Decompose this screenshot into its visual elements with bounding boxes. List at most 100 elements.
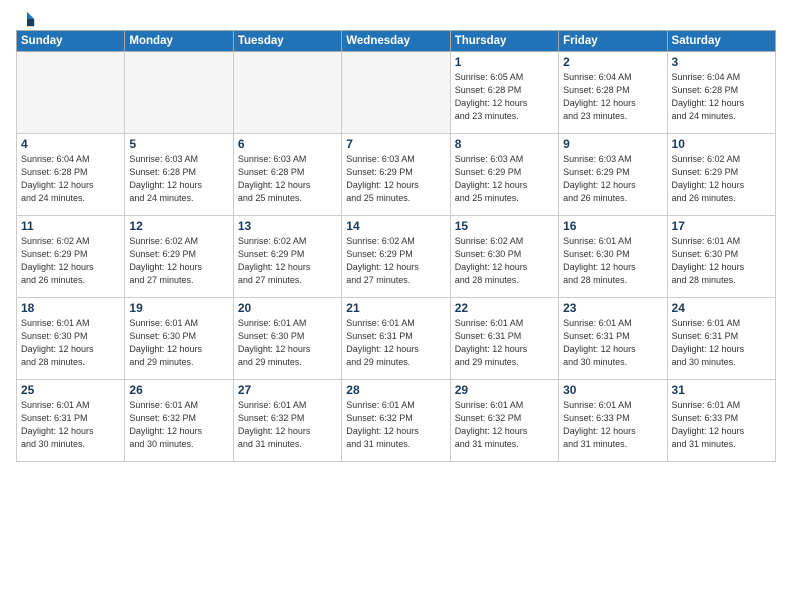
day-cell: 19 Sunrise: 6:01 AM Sunset: 6:30 PM Dayli… xyxy=(125,298,233,380)
day-number: 20 xyxy=(238,301,337,315)
day-number: 8 xyxy=(455,137,554,151)
day-number: 17 xyxy=(672,219,771,233)
day-cell: 13 Sunrise: 6:02 AM Sunset: 6:29 PM Dayli… xyxy=(233,216,341,298)
day-cell: 12 Sunrise: 6:02 AM Sunset: 6:29 PM Dayli… xyxy=(125,216,233,298)
day-number: 15 xyxy=(455,219,554,233)
day-number: 30 xyxy=(563,383,662,397)
day-number: 22 xyxy=(455,301,554,315)
day-number: 18 xyxy=(21,301,120,315)
day-number: 31 xyxy=(672,383,771,397)
page: SundayMondayTuesdayWednesdayThursdayFrid… xyxy=(0,0,792,612)
day-info: Sunrise: 6:01 AM Sunset: 6:30 PM Dayligh… xyxy=(21,317,120,369)
day-cell: 15 Sunrise: 6:02 AM Sunset: 6:30 PM Dayli… xyxy=(450,216,558,298)
day-info: Sunrise: 6:02 AM Sunset: 6:29 PM Dayligh… xyxy=(129,235,228,287)
day-info: Sunrise: 6:02 AM Sunset: 6:29 PM Dayligh… xyxy=(672,153,771,205)
day-cell: 2 Sunrise: 6:04 AM Sunset: 6:28 PM Daylig… xyxy=(559,52,667,134)
week-row-1: 4 Sunrise: 6:04 AM Sunset: 6:28 PM Daylig… xyxy=(17,134,776,216)
day-number: 1 xyxy=(455,55,554,69)
day-cell: 14 Sunrise: 6:02 AM Sunset: 6:29 PM Dayli… xyxy=(342,216,450,298)
day-info: Sunrise: 6:01 AM Sunset: 6:30 PM Dayligh… xyxy=(238,317,337,369)
day-info: Sunrise: 6:01 AM Sunset: 6:31 PM Dayligh… xyxy=(346,317,445,369)
day-cell: 30Sunrise: 6:01 AM Sunset: 6:33 PM Dayli… xyxy=(559,380,667,462)
day-cell: 29Sunrise: 6:01 AM Sunset: 6:32 PM Dayli… xyxy=(450,380,558,462)
day-number: 11 xyxy=(21,219,120,233)
header-row: SundayMondayTuesdayWednesdayThursdayFrid… xyxy=(17,31,776,52)
day-cell: 24Sunrise: 6:01 AM Sunset: 6:31 PM Dayli… xyxy=(667,298,775,380)
header-cell-sunday: Sunday xyxy=(17,31,125,52)
day-info: Sunrise: 6:02 AM Sunset: 6:30 PM Dayligh… xyxy=(455,235,554,287)
day-number: 4 xyxy=(21,137,120,151)
day-info: Sunrise: 6:02 AM Sunset: 6:29 PM Dayligh… xyxy=(346,235,445,287)
day-info: Sunrise: 6:03 AM Sunset: 6:29 PM Dayligh… xyxy=(563,153,662,205)
week-row-4: 25 Sunrise: 6:01 AM Sunset: 6:31 PM Dayli… xyxy=(17,380,776,462)
day-cell xyxy=(233,52,341,134)
day-info: Sunrise: 6:01 AM Sunset: 6:30 PM Dayligh… xyxy=(672,235,771,287)
day-cell: 8Sunrise: 6:03 AM Sunset: 6:29 PM Daylig… xyxy=(450,134,558,216)
day-number: 7 xyxy=(346,137,445,151)
day-number: 5 xyxy=(129,137,228,151)
day-cell: 21 Sunrise: 6:01 AM Sunset: 6:31 PM Dayli… xyxy=(342,298,450,380)
day-number: 9 xyxy=(563,137,662,151)
day-cell: 5 Sunrise: 6:03 AM Sunset: 6:28 PM Daylig… xyxy=(125,134,233,216)
week-row-0: 1 Sunrise: 6:05 AM Sunset: 6:28 PM Daylig… xyxy=(17,52,776,134)
day-cell: 3 Sunrise: 6:04 AM Sunset: 6:28 PM Daylig… xyxy=(667,52,775,134)
day-info: Sunrise: 6:05 AM Sunset: 6:28 PM Dayligh… xyxy=(455,71,554,123)
day-cell: 20 Sunrise: 6:01 AM Sunset: 6:30 PM Dayli… xyxy=(233,298,341,380)
day-info: Sunrise: 6:01 AM Sunset: 6:31 PM Dayligh… xyxy=(455,317,554,369)
day-cell: 26 Sunrise: 6:01 AM Sunset: 6:32 PM Dayli… xyxy=(125,380,233,462)
day-number: 13 xyxy=(238,219,337,233)
day-info: Sunrise: 6:03 AM Sunset: 6:29 PM Dayligh… xyxy=(346,153,445,205)
day-cell xyxy=(342,52,450,134)
header-cell-wednesday: Wednesday xyxy=(342,31,450,52)
day-number: 10 xyxy=(672,137,771,151)
day-cell: 31 Sunrise: 6:01 AM Sunset: 6:33 PM Dayli… xyxy=(667,380,775,462)
day-cell: 9 Sunrise: 6:03 AM Sunset: 6:29 PM Daylig… xyxy=(559,134,667,216)
day-cell: 6 Sunrise: 6:03 AM Sunset: 6:28 PM Daylig… xyxy=(233,134,341,216)
day-number: 2 xyxy=(563,55,662,69)
day-cell: 27Sunrise: 6:01 AM Sunset: 6:32 PM Dayli… xyxy=(233,380,341,462)
day-info: Sunrise: 6:01 AM Sunset: 6:32 PM Dayligh… xyxy=(129,399,228,451)
day-number: 26 xyxy=(129,383,228,397)
day-number: 12 xyxy=(129,219,228,233)
day-number: 19 xyxy=(129,301,228,315)
header-cell-tuesday: Tuesday xyxy=(233,31,341,52)
day-number: 3 xyxy=(672,55,771,69)
day-cell: 4 Sunrise: 6:04 AM Sunset: 6:28 PM Daylig… xyxy=(17,134,125,216)
day-number: 25 xyxy=(21,383,120,397)
day-info: Sunrise: 6:02 AM Sunset: 6:29 PM Dayligh… xyxy=(21,235,120,287)
header-cell-monday: Monday xyxy=(125,31,233,52)
day-info: Sunrise: 6:01 AM Sunset: 6:31 PM Dayligh… xyxy=(21,399,120,451)
day-info: Sunrise: 6:03 AM Sunset: 6:28 PM Dayligh… xyxy=(129,153,228,205)
day-cell: 22 Sunrise: 6:01 AM Sunset: 6:31 PM Dayli… xyxy=(450,298,558,380)
logo-icon xyxy=(18,10,36,28)
day-number: 28 xyxy=(346,383,445,397)
day-number: 21 xyxy=(346,301,445,315)
day-info: Sunrise: 6:01 AM Sunset: 6:31 PM Dayligh… xyxy=(563,317,662,369)
day-info: Sunrise: 6:04 AM Sunset: 6:28 PM Dayligh… xyxy=(563,71,662,123)
day-number: 6 xyxy=(238,137,337,151)
calendar-header: SundayMondayTuesdayWednesdayThursdayFrid… xyxy=(17,31,776,52)
day-info: Sunrise: 6:01 AM Sunset: 6:30 PM Dayligh… xyxy=(129,317,228,369)
day-info: Sunrise: 6:02 AM Sunset: 6:29 PM Dayligh… xyxy=(238,235,337,287)
day-cell xyxy=(17,52,125,134)
day-info: Sunrise: 6:04 AM Sunset: 6:28 PM Dayligh… xyxy=(672,71,771,123)
day-info: Sunrise: 6:01 AM Sunset: 6:32 PM Dayligh… xyxy=(346,399,445,451)
day-number: 16 xyxy=(563,219,662,233)
day-cell: 28 Sunrise: 6:01 AM Sunset: 6:32 PM Dayli… xyxy=(342,380,450,462)
day-number: 24 xyxy=(672,301,771,315)
day-cell: 17 Sunrise: 6:01 AM Sunset: 6:30 PM Dayli… xyxy=(667,216,775,298)
header-cell-saturday: Saturday xyxy=(667,31,775,52)
day-info: Sunrise: 6:04 AM Sunset: 6:28 PM Dayligh… xyxy=(21,153,120,205)
header-cell-friday: Friday xyxy=(559,31,667,52)
logo xyxy=(16,10,36,24)
week-row-2: 11 Sunrise: 6:02 AM Sunset: 6:29 PM Dayli… xyxy=(17,216,776,298)
day-number: 14 xyxy=(346,219,445,233)
day-cell: 18 Sunrise: 6:01 AM Sunset: 6:30 PM Dayli… xyxy=(17,298,125,380)
day-number: 29 xyxy=(455,383,554,397)
day-number: 23 xyxy=(563,301,662,315)
day-cell: 16Sunrise: 6:01 AM Sunset: 6:30 PM Dayli… xyxy=(559,216,667,298)
day-cell: 7 Sunrise: 6:03 AM Sunset: 6:29 PM Daylig… xyxy=(342,134,450,216)
day-cell: 11 Sunrise: 6:02 AM Sunset: 6:29 PM Dayli… xyxy=(17,216,125,298)
day-info: Sunrise: 6:03 AM Sunset: 6:28 PM Dayligh… xyxy=(238,153,337,205)
day-info: Sunrise: 6:01 AM Sunset: 6:33 PM Dayligh… xyxy=(672,399,771,451)
